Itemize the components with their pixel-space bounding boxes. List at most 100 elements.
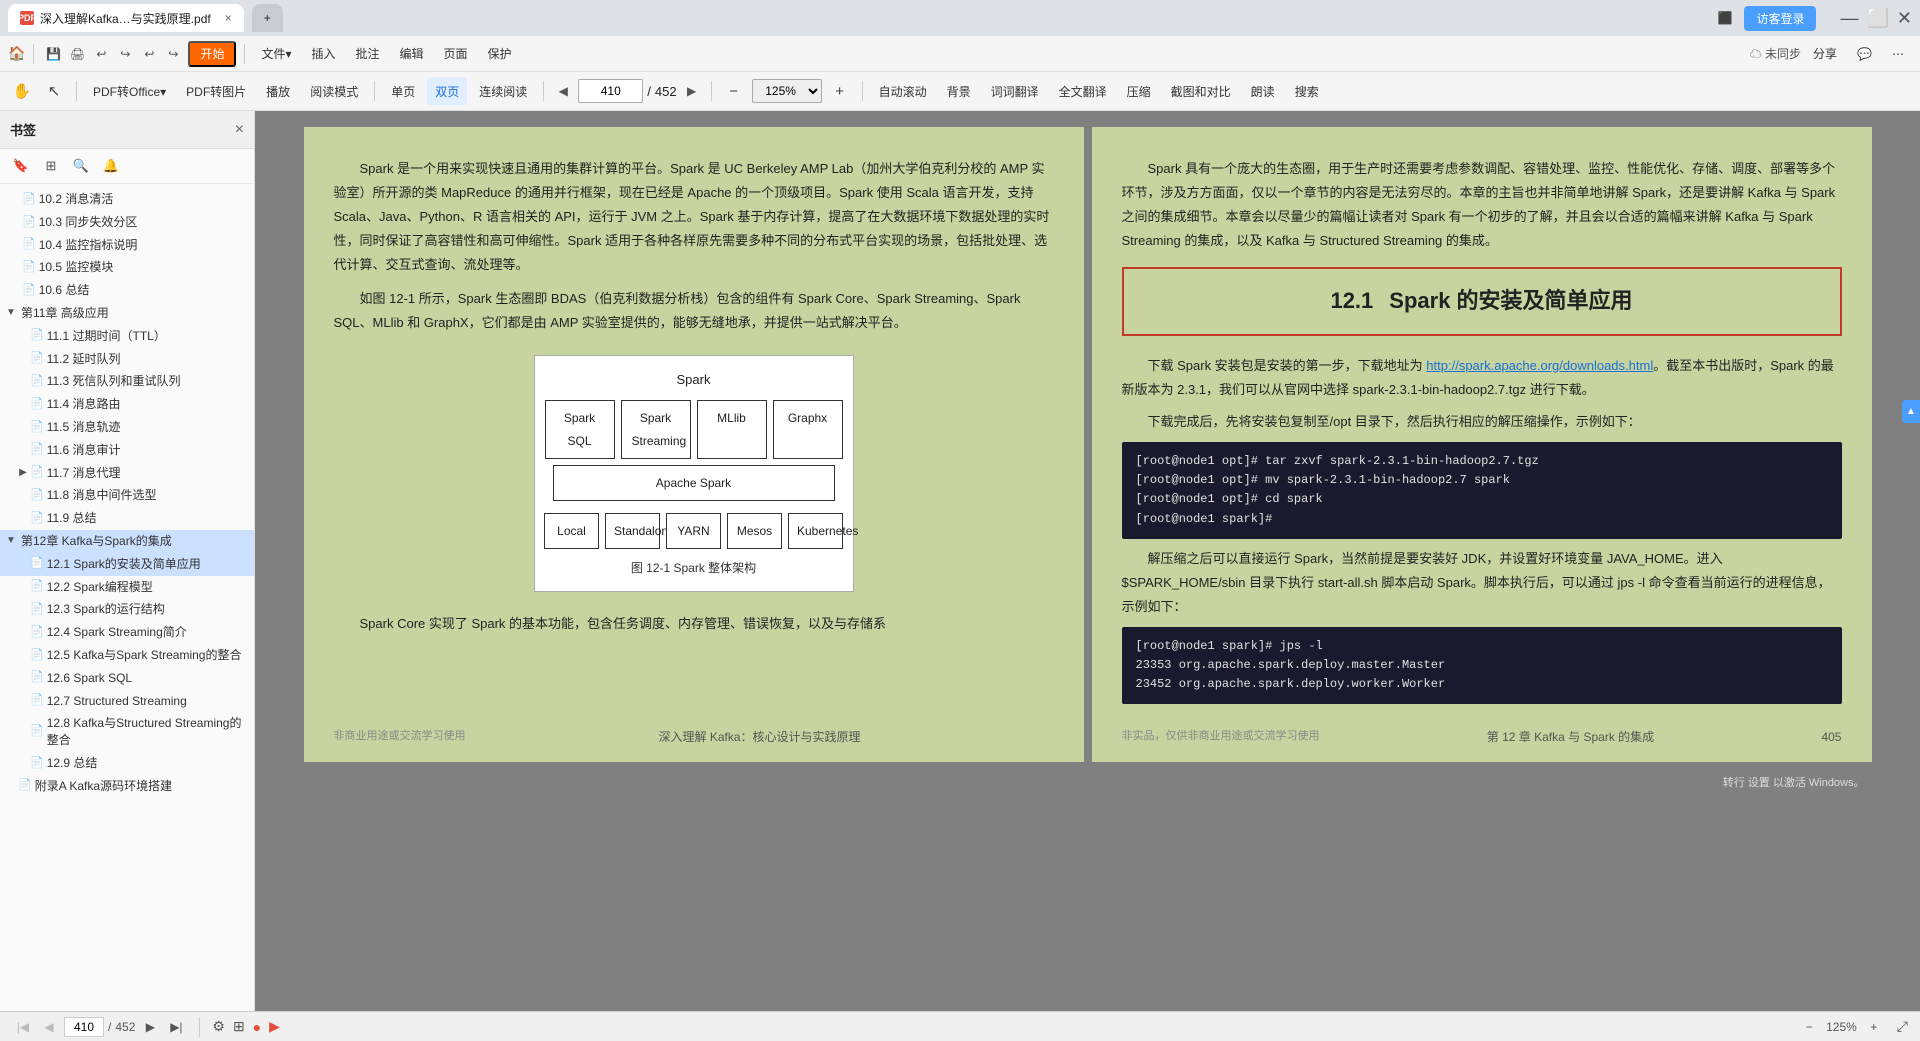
sidebar-bell-icon[interactable]: 🔔	[100, 155, 122, 177]
status-expand-icon[interactable]: ⤢	[1897, 1018, 1908, 1035]
status-zoom-controls: − 125% +	[1798, 1016, 1885, 1038]
prev-page-btn[interactable]: ◀	[552, 80, 574, 102]
next-page-btn[interactable]: ▶	[681, 80, 703, 102]
convert-menu[interactable]: 保护	[480, 40, 520, 68]
sidebar-tree-item-8[interactable]: 📄11.3 死信队列和重试队列	[0, 370, 254, 393]
sidebar-tree-item-21[interactable]: 📄12.6 Spark SQL	[0, 667, 254, 690]
tree-item-icon-4: 📄	[22, 283, 36, 298]
status-page-input[interactable]	[64, 1017, 104, 1037]
active-tab[interactable]: PDF 深入理解Kafka…与实践原理.pdf ×	[8, 4, 244, 32]
sidebar-tree-item-25[interactable]: 📄附录A Kafka源码环境搭建	[0, 775, 254, 798]
zoom-select[interactable]: 125% 100% 150% 75%	[752, 79, 822, 103]
sidebar-tree-item-18[interactable]: 📄12.3 Spark的运行结构	[0, 598, 254, 621]
protect-menu[interactable]: 页面	[436, 40, 476, 68]
win-maximize[interactable]: ⬜	[1866, 8, 1888, 29]
page-number-input[interactable]	[578, 79, 643, 103]
tab-close-btn[interactable]: ×	[225, 11, 232, 25]
sidebar-tree-item-23[interactable]: 📄12.8 Kafka与Structured Streaming的整合	[0, 712, 254, 752]
hand-tool-btn[interactable]: ✋	[8, 77, 36, 105]
yarn-box: YARN	[666, 513, 721, 549]
zoom-out-btn[interactable]: −	[720, 77, 748, 105]
tab-pdf-icon: PDF	[20, 11, 34, 25]
screenshot-btn[interactable]: 截图和对比	[1163, 77, 1239, 105]
sidebar-tree-item-10[interactable]: 📄11.5 消息轨迹	[0, 416, 254, 439]
compress-btn[interactable]: 压缩	[1119, 77, 1159, 105]
page-right-content: Spark 具有一个庞大的生态圈，用于生产时还需要考虑参数调配、容错处理、监控、…	[1122, 157, 1842, 704]
home-icon[interactable]: 🏠	[8, 45, 25, 62]
spark-download-link[interactable]: http://spark.apache.org/downloads.html	[1426, 358, 1653, 373]
sidebar-tree-item-6[interactable]: 📄11.1 过期时间（TTL）	[0, 325, 254, 348]
read-mode-btn[interactable]: 阅读模式	[302, 77, 366, 105]
sidebar-tree-item-11[interactable]: 📄11.6 消息审计	[0, 439, 254, 462]
full-translate-btn[interactable]: 全文翻译	[1051, 77, 1115, 105]
read-aloud-btn[interactable]: 朗读	[1243, 77, 1283, 105]
sidebar-tree-item-4[interactable]: 📄10.6 总结	[0, 279, 254, 302]
right-floating-panel[interactable]: ▲	[1902, 400, 1920, 423]
sidebar-close-btn[interactable]: ×	[235, 121, 244, 139]
background-btn[interactable]: 背景	[939, 77, 979, 105]
sidebar-tree-item-24[interactable]: 📄12.9 总结	[0, 752, 254, 775]
pdf-to-office-btn[interactable]: PDF转Office▾	[85, 77, 174, 105]
sidebar-tree-item-3[interactable]: 📄10.5 监控模块	[0, 256, 254, 279]
sidebar-tree-item-19[interactable]: 📄12.4 Spark Streaming简介	[0, 621, 254, 644]
sidebar-tree-item-13[interactable]: 📄11.8 消息中间件选型	[0, 484, 254, 507]
sidebar-tree-item-14[interactable]: 📄11.9 总结	[0, 507, 254, 530]
print-btn[interactable]: 🖨	[66, 43, 88, 65]
new-tab-btn[interactable]: +	[252, 4, 283, 32]
redo-btn[interactable]: ↪	[114, 43, 136, 65]
status-settings-icon[interactable]: ⚙	[212, 1018, 225, 1035]
edit-menu[interactable]: 批注	[348, 40, 388, 68]
win-minimize[interactable]: —	[1840, 8, 1858, 29]
select-tool-btn[interactable]: ↖	[40, 77, 68, 105]
next-page-status-btn[interactable]: ▶	[139, 1016, 161, 1038]
prev-page-status-btn[interactable]: ◀	[38, 1016, 60, 1038]
auto-scroll-btn[interactable]: 自动滚动	[871, 77, 935, 105]
sidebar-tree-item-2[interactable]: 📄10.4 监控指标说明	[0, 234, 254, 257]
sidebar-tree-item-9[interactable]: 📄11.4 消息路由	[0, 393, 254, 416]
more-btn[interactable]: ⋯	[1884, 40, 1912, 68]
tree-item-label-0: 10.2 消息清活	[39, 191, 248, 208]
browser-visit-btn[interactable]: 访客登录	[1744, 6, 1816, 31]
sidebar-tree-item-16[interactable]: 📄12.1 Spark的安装及简单应用	[0, 553, 254, 576]
status-youtube-icon[interactable]: ▶	[269, 1018, 280, 1035]
sidebar-tree-item-12[interactable]: ▶📄11.7 消息代理	[0, 462, 254, 485]
tree-item-label-25: 附录A Kafka源码环境搭建	[35, 778, 248, 795]
double-page-btn[interactable]: 双页	[427, 77, 467, 105]
status-red-icon[interactable]: ●	[253, 1019, 261, 1035]
sidebar-tree-item-1[interactable]: 📄10.3 同步失效分区	[0, 211, 254, 234]
save-btn[interactable]: 💾	[42, 43, 64, 65]
sidebar-layers-icon[interactable]: ⊞	[40, 155, 62, 177]
sidebar-tree-item-20[interactable]: 📄12.5 Kafka与Spark Streaming的整合	[0, 644, 254, 667]
sidebar-search-icon[interactable]: 🔍	[70, 155, 92, 177]
word-translate-btn[interactable]: 词词翻译	[983, 77, 1047, 105]
play-btn[interactable]: 播放	[258, 77, 298, 105]
single-page-btn[interactable]: 单页	[383, 77, 423, 105]
sidebar-bookmark-icon[interactable]: 🔖	[10, 155, 32, 177]
first-page-btn[interactable]: |◀	[12, 1016, 34, 1038]
win-close[interactable]: ✕	[1897, 8, 1912, 29]
comment-btn[interactable]: 💬	[1849, 40, 1880, 68]
status-view-icon[interactable]: ⊞	[233, 1018, 245, 1035]
sidebar-tree-item-5[interactable]: ▼第11章 高级应用	[0, 302, 254, 325]
sidebar-tree-item-22[interactable]: 📄12.7 Structured Streaming	[0, 690, 254, 713]
sidebar-tree-item-7[interactable]: 📄11.2 延时队列	[0, 348, 254, 371]
share-btn[interactable]: 分享	[1805, 40, 1845, 68]
toolbar-btn3[interactable]: ↩	[138, 43, 160, 65]
sidebar-tree-item-17[interactable]: 📄12.2 Spark编程模型	[0, 576, 254, 599]
toolbar-btn4[interactable]: ↪	[162, 43, 184, 65]
last-page-btn[interactable]: ▶|	[165, 1016, 187, 1038]
status-zoom-in-btn[interactable]: +	[1863, 1016, 1885, 1038]
zoom-in-btn[interactable]: +	[826, 77, 854, 105]
sidebar-tree-item-15[interactable]: ▼第12章 Kafka与Spark的集成	[0, 530, 254, 553]
sidebar-tree-item-0[interactable]: 📄10.2 消息清活	[0, 188, 254, 211]
undo-btn[interactable]: ↩	[90, 43, 112, 65]
status-zoom-out-btn[interactable]: −	[1798, 1016, 1820, 1038]
search-btn[interactable]: 搜索	[1287, 77, 1327, 105]
pdf-content-area[interactable]: Spark 是一个用来实现快速且通用的集群计算的平台。Spark 是 UC Be…	[255, 111, 1920, 1011]
continuous-btn[interactable]: 连续阅读	[471, 77, 535, 105]
start-button[interactable]: 开始	[188, 41, 236, 67]
insert-menu[interactable]: 文件▾	[253, 40, 299, 68]
page-menu[interactable]: 编辑	[392, 40, 432, 68]
pdf-to-img-btn[interactable]: PDF转图片	[178, 77, 254, 105]
annotate-menu[interactable]: 插入	[303, 40, 343, 68]
